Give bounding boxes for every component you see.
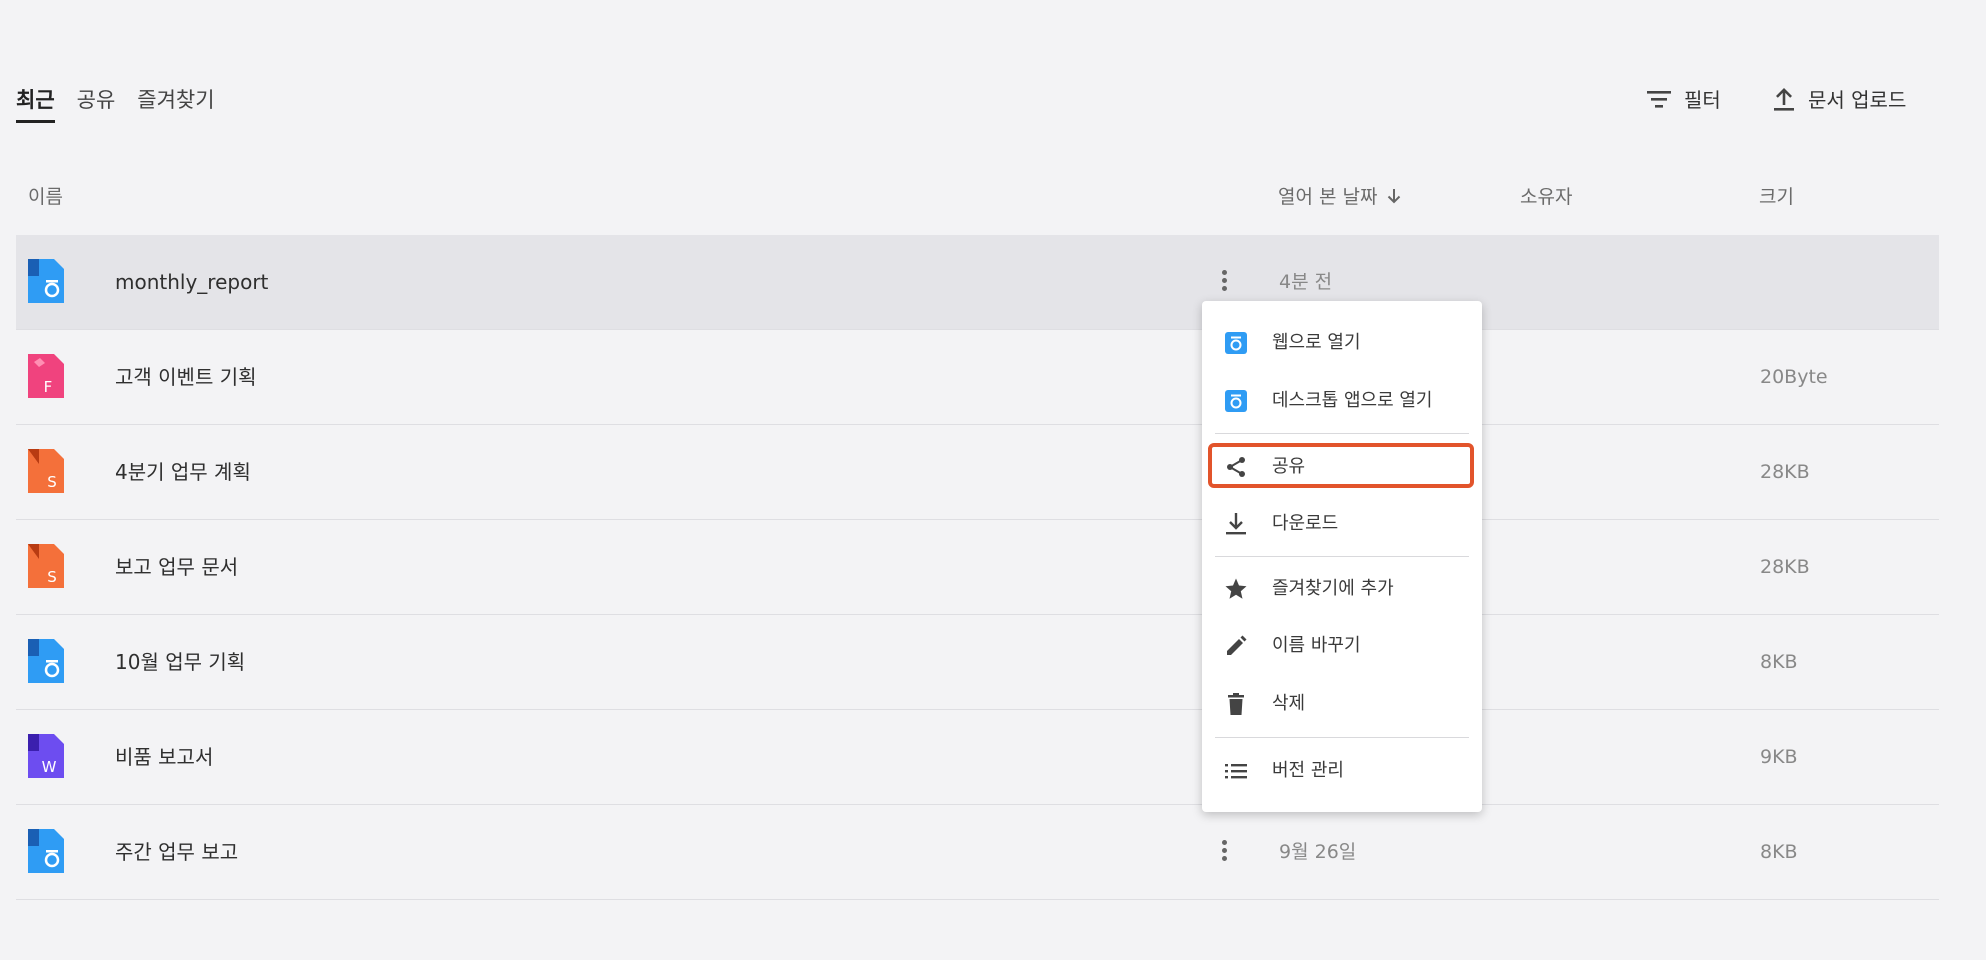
file-list: monthly_report 4분 전 F 고객 이벤트 기획 20Byte S… <box>16 235 1939 900</box>
svg-text:W: W <box>42 758 57 776</box>
menu-item-share[interactable]: 공유 <box>1202 444 1482 490</box>
menu-divider <box>1215 433 1469 434</box>
upload-icon <box>1774 87 1794 111</box>
column-header-size[interactable]: 크기 <box>1759 182 1794 209</box>
column-header-owner[interactable]: 소유자 <box>1520 182 1572 209</box>
menu-label: 다운로드 <box>1272 513 1339 534</box>
docs-blue-icon <box>28 639 64 683</box>
menu-label: 버전 관리 <box>1272 760 1344 781</box>
file-size: 20Byte <box>1760 366 1828 388</box>
file-name[interactable]: 주간 업무 보고 <box>115 805 238 899</box>
menu-divider <box>1215 737 1469 738</box>
more-options-button[interactable] <box>1212 267 1236 297</box>
file-size: 28KB <box>1760 556 1810 578</box>
word-purple-icon: W <box>28 734 64 778</box>
docs-app-icon <box>1225 332 1247 354</box>
menu-item-open-web[interactable]: 웹으로 열기 <box>1202 320 1482 366</box>
table-row[interactable]: F 고객 이벤트 기획 20Byte <box>16 330 1939 425</box>
docs-blue-icon <box>28 259 64 303</box>
file-size: 8KB <box>1760 651 1798 673</box>
view-tabs: 최근 공유 즐겨찾기 <box>16 84 215 123</box>
file-name[interactable]: 보고 업무 문서 <box>115 520 238 614</box>
tab-recent[interactable]: 최근 <box>16 84 55 123</box>
download-icon <box>1226 513 1246 535</box>
table-row[interactable]: S 4분기 업무 계획 28KB <box>16 425 1939 520</box>
docs-app-icon <box>1225 390 1247 412</box>
table-row[interactable]: 주간 업무 보고 9월 26일 8KB <box>16 805 1939 900</box>
filter-button[interactable]: 필터 <box>1646 84 1721 113</box>
slides-orange-icon: S <box>28 449 64 493</box>
column-owner-label: 소유자 <box>1520 186 1573 208</box>
menu-item-open-desktop[interactable]: 데스크톱 앱으로 열기 <box>1202 378 1482 424</box>
file-name[interactable]: 10월 업무 기획 <box>115 615 245 709</box>
pencil-icon <box>1227 635 1247 655</box>
table-row[interactable]: monthly_report 4분 전 <box>16 235 1939 330</box>
star-icon <box>1225 578 1247 599</box>
file-name[interactable]: 비품 보고서 <box>115 710 213 804</box>
filter-label: 필터 <box>1684 88 1721 112</box>
menu-item-version-history[interactable]: 버전 관리 <box>1202 748 1482 794</box>
svg-text:F: F <box>44 378 53 396</box>
file-name[interactable]: monthly_report <box>115 235 268 329</box>
menu-divider <box>1215 556 1469 557</box>
share-icon <box>1227 457 1245 477</box>
table-row[interactable]: 10월 업무 기획 8KB <box>16 615 1939 710</box>
column-name-label: 이름 <box>28 186 63 208</box>
docs-blue-icon <box>28 829 64 873</box>
trash-icon <box>1228 693 1244 715</box>
menu-item-download[interactable]: 다운로드 <box>1202 501 1482 547</box>
menu-label: 데스크톱 앱으로 열기 <box>1272 390 1433 411</box>
menu-label: 삭제 <box>1272 693 1306 714</box>
upload-label: 문서 업로드 <box>1808 88 1907 112</box>
list-icon <box>1225 764 1247 779</box>
file-size: 9KB <box>1760 746 1798 768</box>
file-name[interactable]: 4분기 업무 계획 <box>115 425 251 519</box>
opened-date: 9월 26일 <box>1279 841 1357 863</box>
file-size: 28KB <box>1760 461 1810 483</box>
filter-icon <box>1647 90 1671 108</box>
column-date-label: 열어 본 날짜 <box>1278 186 1378 208</box>
form-pink-icon: F <box>28 354 64 398</box>
menu-label: 공유 <box>1272 456 1306 477</box>
file-name[interactable]: 고객 이벤트 기획 <box>115 330 257 424</box>
context-menu: 웹으로 열기 데스크톱 앱으로 열기 공유 다운로드 즐겨찾기에 추가 이름 바… <box>1202 301 1482 812</box>
svg-text:S: S <box>47 568 57 586</box>
menu-item-add-favorite[interactable]: 즐겨찾기에 추가 <box>1202 566 1482 612</box>
menu-label: 이름 바꾸기 <box>1272 635 1361 656</box>
tab-favorites[interactable]: 즐겨찾기 <box>137 84 214 123</box>
column-size-label: 크기 <box>1759 186 1794 208</box>
column-header-opened-date[interactable]: 열어 본 날짜 <box>1278 182 1403 209</box>
menu-item-rename[interactable]: 이름 바꾸기 <box>1202 623 1482 669</box>
tab-shared[interactable]: 공유 <box>77 84 116 123</box>
file-size: 8KB <box>1760 841 1798 863</box>
sort-down-arrow-icon <box>1388 188 1401 203</box>
menu-label: 즐겨찾기에 추가 <box>1272 578 1394 599</box>
more-options-button[interactable] <box>1212 837 1236 867</box>
menu-item-delete[interactable]: 삭제 <box>1202 681 1482 727</box>
slides-orange-icon: S <box>28 544 64 588</box>
svg-text:S: S <box>47 473 57 491</box>
column-header-name[interactable]: 이름 <box>28 182 63 209</box>
upload-document-button[interactable]: 문서 업로드 <box>1772 84 1906 113</box>
table-row[interactable]: W 비품 보고서 9KB <box>16 710 1939 805</box>
menu-label: 웹으로 열기 <box>1272 332 1361 353</box>
table-row[interactable]: S 보고 업무 문서 28KB <box>16 520 1939 615</box>
